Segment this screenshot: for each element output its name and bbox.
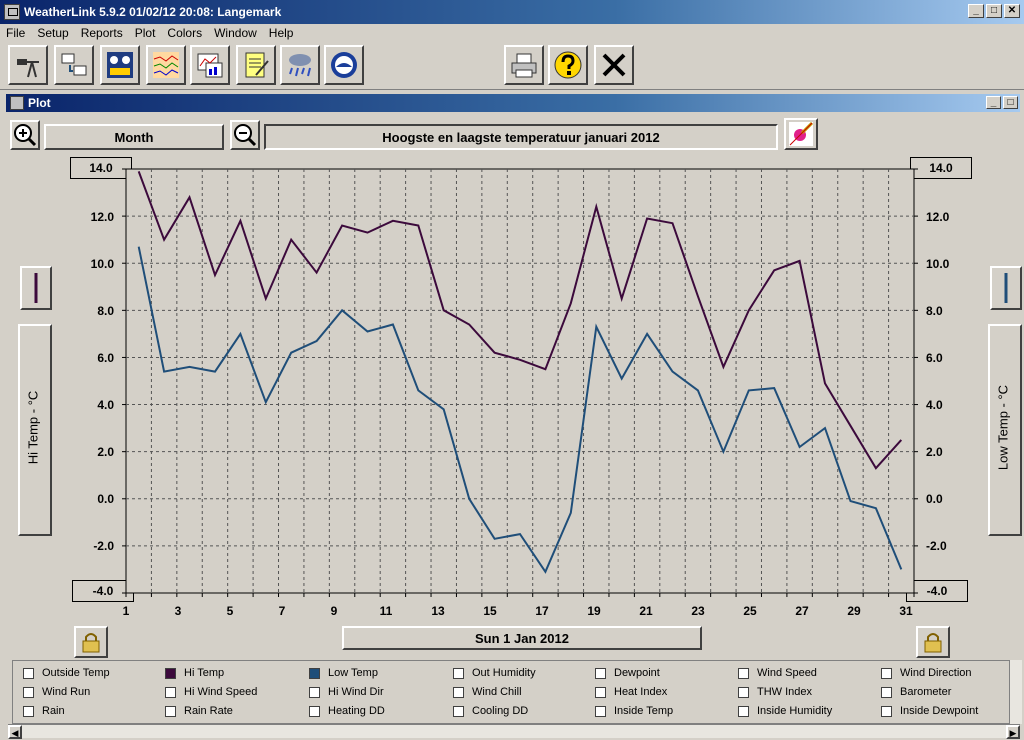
right-axis-label-panel[interactable]: Low Temp - °C	[988, 324, 1022, 536]
legend-item-cooling-dd[interactable]: Cooling DD	[453, 705, 528, 717]
x-tick: 1	[122, 604, 130, 618]
checkbox[interactable]	[165, 686, 176, 698]
x-tick: 5	[226, 604, 234, 618]
x-tick: 13	[431, 604, 445, 618]
left-axis-label: Hi Temp - °C	[25, 390, 41, 465]
scroll-right-arrow-icon[interactable]: ▶	[1006, 725, 1020, 739]
checkbox[interactable]	[309, 667, 320, 679]
legend-item-rain[interactable]: Rain	[23, 705, 65, 717]
scroll-left-arrow-icon[interactable]: ◀	[8, 725, 22, 739]
x-tick: 9	[330, 604, 338, 618]
legend-item-wind-direction[interactable]: Wind Direction	[881, 667, 972, 679]
checkbox[interactable]	[23, 705, 34, 717]
legend-item-heat-index[interactable]: Heat Index	[595, 686, 667, 698]
legend-item-inside-humidity[interactable]: Inside Humidity	[738, 705, 832, 717]
x-tick: 25	[743, 604, 757, 618]
checkbox[interactable]	[738, 705, 749, 717]
checkbox[interactable]	[881, 705, 892, 717]
checkbox[interactable]	[453, 686, 464, 698]
legend-item-low-temp[interactable]: Low Temp	[309, 667, 378, 679]
legend-item-wind-run[interactable]: Wind Run	[23, 686, 90, 698]
series-color-swatch	[1004, 273, 1008, 303]
legend-item-wind-chill[interactable]: Wind Chill	[453, 686, 522, 698]
checkbox[interactable]	[595, 686, 606, 698]
series-color-swatch	[34, 273, 38, 303]
legend-item-rain-rate[interactable]: Rain Rate	[165, 705, 233, 717]
legend-item-inside-dewpoint[interactable]: Inside Dewpoint	[881, 705, 978, 717]
checkbox[interactable]	[165, 705, 176, 717]
date-button[interactable]: Sun 1 Jan 2012	[342, 626, 702, 650]
left-lock-button[interactable]	[74, 626, 108, 658]
x-tick: 3	[174, 604, 182, 618]
legend-item-outside-temp[interactable]: Outside Temp	[23, 667, 110, 679]
x-tick: 31	[899, 604, 913, 618]
checkbox[interactable]	[309, 686, 320, 698]
checkbox[interactable]	[738, 686, 749, 698]
x-tick: 19	[587, 604, 601, 618]
x-tick: 15	[483, 604, 497, 618]
x-tick: 17	[535, 604, 549, 618]
x-tick: 23	[691, 604, 705, 618]
series-legend: Outside Temp Hi Temp Low Temp Out Humidi…	[12, 660, 1010, 724]
checkbox[interactable]	[309, 705, 320, 717]
legend-item-hi-temp[interactable]: Hi Temp	[165, 667, 224, 679]
legend-item-hi-wind-speed[interactable]: Hi Wind Speed	[165, 686, 257, 698]
legend-item-hi-wind-dir[interactable]: Hi Wind Dir	[309, 686, 384, 698]
checkbox[interactable]	[595, 667, 606, 679]
x-tick: 27	[795, 604, 809, 618]
left-axis-label-panel[interactable]: Hi Temp - °C	[18, 324, 52, 536]
right-axis-label: Low Temp - °C	[995, 384, 1011, 471]
lock-icon	[82, 633, 100, 653]
checkbox[interactable]	[23, 686, 34, 698]
legend-item-dewpoint[interactable]: Dewpoint	[595, 667, 660, 679]
hi-temp-color-button[interactable]	[20, 266, 52, 310]
legend-item-inside-temp[interactable]: Inside Temp	[595, 705, 673, 717]
checkbox[interactable]	[881, 686, 892, 698]
right-lock-button[interactable]	[916, 626, 950, 658]
low-temp-color-button[interactable]	[990, 266, 1022, 310]
horizontal-scrollbar[interactable]: ◀ ▶	[8, 724, 1020, 739]
legend-item-out-humidity[interactable]: Out Humidity	[453, 667, 536, 679]
checkbox[interactable]	[23, 667, 34, 679]
checkbox[interactable]	[738, 667, 749, 679]
checkbox[interactable]	[881, 667, 892, 679]
x-tick: 21	[639, 604, 653, 618]
legend-item-barometer[interactable]: Barometer	[881, 686, 951, 698]
legend-item-wind-speed[interactable]: Wind Speed	[738, 667, 817, 679]
legend-item-thw-index[interactable]: THW Index	[738, 686, 812, 698]
lock-icon	[924, 633, 942, 653]
x-tick: 29	[847, 604, 861, 618]
checkbox[interactable]	[165, 667, 176, 679]
checkbox[interactable]	[453, 705, 464, 717]
legend-item-heating-dd[interactable]: Heating DD	[309, 705, 385, 717]
x-tick: 11	[379, 604, 393, 618]
checkbox[interactable]	[595, 705, 606, 717]
checkbox[interactable]	[453, 667, 464, 679]
x-tick: 7	[278, 604, 286, 618]
legend-vertical-scrollbar[interactable]	[1010, 660, 1022, 724]
